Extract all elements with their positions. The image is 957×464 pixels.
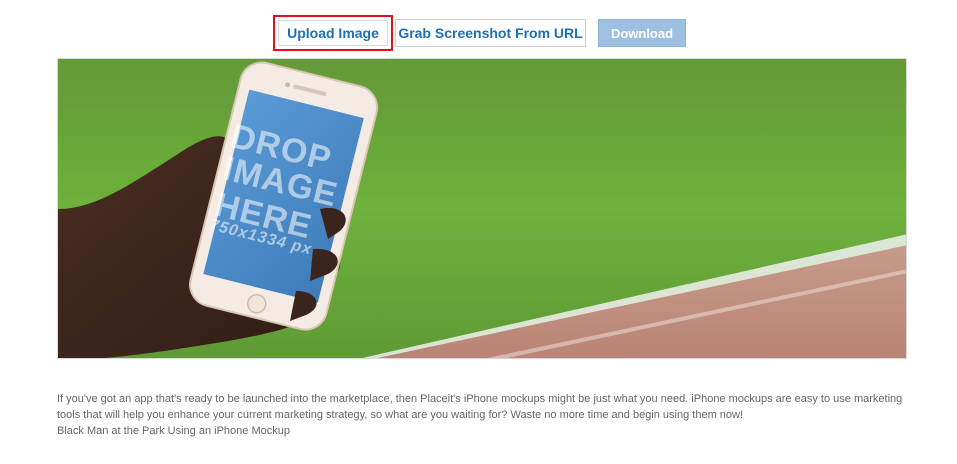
toolbar: Upload Image Grab Screenshot From URL Do… <box>0 0 957 58</box>
mockup-preview-image: DROP IMAGE HERE 750x1334 px <box>57 58 907 359</box>
upload-highlight-box: Upload Image <box>273 15 393 51</box>
grab-screenshot-url-button[interactable]: Grab Screenshot From URL <box>395 19 586 47</box>
upload-image-button[interactable]: Upload Image <box>278 20 388 46</box>
description-text: If you've got an app that's ready to be … <box>57 393 903 421</box>
image-title: Black Man at the Park Using an iPhone Mo… <box>57 425 290 437</box>
download-button[interactable]: Download <box>598 19 686 47</box>
